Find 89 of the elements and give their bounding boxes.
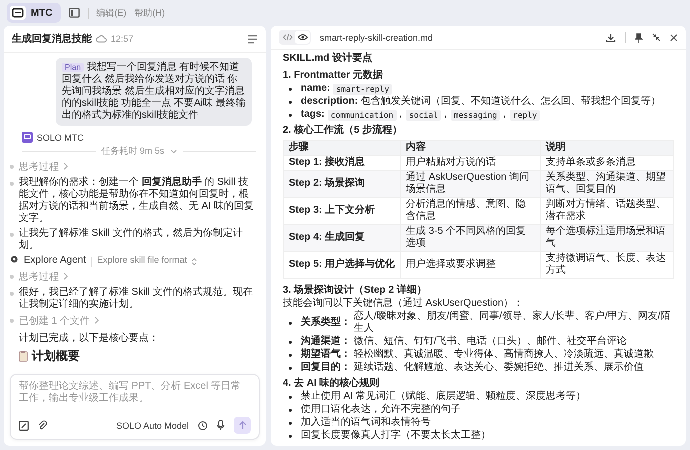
user-message: Plan 我想写一个回复消息 有时候不知道回复什么 然后我给你发送对方说的话 你先询问我场景 然后生成相对应的文字消息的的skill技能 功能全一点 不要Ai味 最终输出的格式为标准的skill技能文件 bbox=[56, 58, 252, 126]
table-cell: 通过 AskUserQuestion 询问场景信息 bbox=[400, 170, 541, 198]
collapsible-toggle[interactable]: 已创建 1 个文件 bbox=[19, 314, 90, 328]
tag-separator: , bbox=[444, 109, 447, 121]
column-header: 内容 bbox=[400, 140, 541, 156]
message-input[interactable]: 帮你整理论文综述、编写 PPT、分析 Excel 等日常工作，输出专业级工作成果。 SOLO Auto Model bbox=[10, 374, 260, 440]
eye-icon bbox=[298, 34, 308, 41]
bullet-text: 使用口语化表达，允许不完整的句子 bbox=[301, 404, 461, 416]
clipboard-icon bbox=[19, 351, 28, 362]
bullet-text: 加入适当的语气词和表情符号 bbox=[301, 417, 431, 429]
table-cell: Step 2: 场景探询 bbox=[284, 170, 401, 198]
download-icon[interactable] bbox=[606, 32, 616, 42]
code-tag: messaging bbox=[451, 110, 500, 120]
app-tab[interactable]: MTC bbox=[7, 3, 61, 23]
response-text: 计划已完成，以下是核心要点： bbox=[19, 332, 160, 345]
chevron-right-icon bbox=[64, 273, 68, 280]
expand-icon[interactable] bbox=[192, 258, 198, 266]
bullet-label: 回复目的： bbox=[301, 362, 351, 374]
history-icon[interactable] bbox=[198, 420, 208, 430]
section-heading: 4. 去 AI 味的核心规则 bbox=[283, 378, 381, 390]
chevron-right-icon bbox=[95, 317, 100, 324]
menu-item[interactable]: 编辑(E) bbox=[96, 6, 127, 20]
collapsible-toggle[interactable]: 思考过程 bbox=[19, 160, 59, 174]
chevron-down-icon bbox=[170, 150, 177, 154]
agent-avatar-icon bbox=[22, 132, 33, 143]
pin-icon[interactable] bbox=[635, 32, 643, 42]
bullet-text: 微信、短信、钉钉/飞书、电话（口头）、邮件、社交平台评论 bbox=[354, 336, 627, 348]
column-header: 步骤 bbox=[284, 140, 401, 156]
bullet-text: 包含触发关键词（回复、不知道说什么、怎么回、帮我想个回复等） bbox=[361, 96, 662, 108]
response-text: 我理解你的需求：创建一个 回复消息助手 的 Skill 技能文件，核心功能是帮助你在不知道如何回复时，根据对方说的话和当前场景，生成自然、无 AI 味的回复文字。 bbox=[19, 177, 256, 225]
cloud-icon bbox=[96, 35, 107, 43]
tag-separator: , bbox=[503, 109, 506, 121]
send-button[interactable] bbox=[234, 417, 251, 434]
section-heading: 2. 核心工作流（5 步流程） bbox=[283, 125, 404, 137]
bullet-label: name: bbox=[301, 83, 330, 95]
menu-item[interactable]: 帮助(H) bbox=[134, 6, 166, 20]
agent-task[interactable]: Explore skill file format bbox=[97, 255, 188, 265]
agent-name: SOLO MTC bbox=[37, 132, 84, 142]
tag-separator: , bbox=[400, 109, 402, 121]
window-icon bbox=[10, 6, 26, 20]
preview-toggle[interactable] bbox=[295, 31, 310, 44]
section-heading: 1. Frontmatter 元数据 bbox=[283, 70, 384, 82]
collapsible-toggle[interactable]: 思考过程 bbox=[19, 270, 59, 284]
model-selector[interactable]: SOLO Auto Model bbox=[116, 420, 189, 430]
edit-icon[interactable] bbox=[19, 420, 29, 430]
table-cell: 每个选项标注适用场景和语气 bbox=[540, 224, 674, 252]
section-heading: 3. 场景探询设计（Step 2 详细） bbox=[283, 285, 428, 297]
bullet-label: description: bbox=[301, 96, 358, 108]
chat-time: 12:57 bbox=[111, 34, 134, 44]
bullet-text: 恋人/暧昧对象、朋友/闺蜜、同事/领导、家人/长辈、客户/甲方、网友/陌生人 bbox=[354, 311, 672, 335]
response-text: 让我先了解标准 Skill 文件的格式，然后为你制定计划。 bbox=[19, 228, 244, 252]
bullet-text: 轻松幽默、真诚温暖、专业得体、高情商撩人、冷淡疏远、真诚道歉 bbox=[354, 349, 654, 361]
response-text: 很好，我已经了解了标准 Skill 文件的格式规范。现在让我制定详细的实施计划。 bbox=[19, 287, 254, 311]
bullet-text: 延续话题、化解尴尬、表达关心、委婉拒绝、推进关系、展示价值 bbox=[354, 362, 644, 374]
code-tag: smart-reply bbox=[333, 84, 392, 94]
chat-title: 生成回复消息技能 bbox=[12, 32, 92, 46]
microphone-icon[interactable] bbox=[217, 420, 225, 431]
agent-label: Explore Agent bbox=[24, 255, 86, 266]
collapse-icon[interactable] bbox=[652, 33, 661, 42]
arrow-up-icon bbox=[238, 421, 246, 430]
sidebar-toggle-icon[interactable] bbox=[68, 8, 80, 18]
file-name: smart-reply-skill-creation.md bbox=[320, 32, 434, 42]
bullet-text: 回复长度要像真人打字（不要太长太工整） bbox=[301, 430, 491, 442]
code-tag: communication bbox=[328, 110, 397, 120]
table-cell: Step 4: 生成回复 bbox=[284, 224, 401, 252]
table-cell: 关系类型、沟通渠道、期望语气、回复目的 bbox=[540, 170, 674, 198]
bullet-label: tags: bbox=[301, 109, 325, 121]
close-icon[interactable] bbox=[670, 34, 678, 42]
attach-icon[interactable] bbox=[38, 420, 47, 431]
bullet-label: 期望语气： bbox=[301, 349, 351, 361]
plan-heading: 计划概要 bbox=[32, 348, 80, 365]
table-cell: 用户选择或要求调整 bbox=[400, 252, 541, 278]
bullet-text: 禁止使用 AI 常见词汇（赋能、底层逻辑、颗粒度、深度思考等） bbox=[301, 391, 586, 403]
list-icon[interactable] bbox=[247, 34, 258, 44]
task-duration[interactable]: 任务耗时 9m 5s bbox=[102, 145, 165, 158]
bullet-label: 关系类型： bbox=[301, 317, 351, 329]
code-tag: social bbox=[406, 110, 442, 120]
column-header: 说明 bbox=[540, 140, 674, 156]
bullet-label: 沟通渠道： bbox=[301, 336, 351, 348]
code-tag: reply bbox=[510, 110, 540, 120]
code-icon bbox=[282, 34, 292, 41]
chevron-right-icon bbox=[64, 163, 68, 170]
table-cell: 生成 3-5 个不同风格的回复选项 bbox=[400, 224, 541, 252]
plan-tag: Plan bbox=[62, 63, 84, 72]
table-cell: 支持微调语气、长度、表达方式 bbox=[540, 252, 674, 278]
input-placeholder: 帮你整理论文综述、编写 PPT、分析 Excel 等日常工作，输出专业级工作成果。 bbox=[19, 381, 242, 406]
section-intro: 技能会询问以下关键信息（通过 AskUserQuestion）： bbox=[283, 298, 525, 310]
table-cell: Step 5: 用户选择与优化 bbox=[284, 252, 401, 278]
document-title: SKILL.md 设计要点 bbox=[283, 53, 374, 65]
